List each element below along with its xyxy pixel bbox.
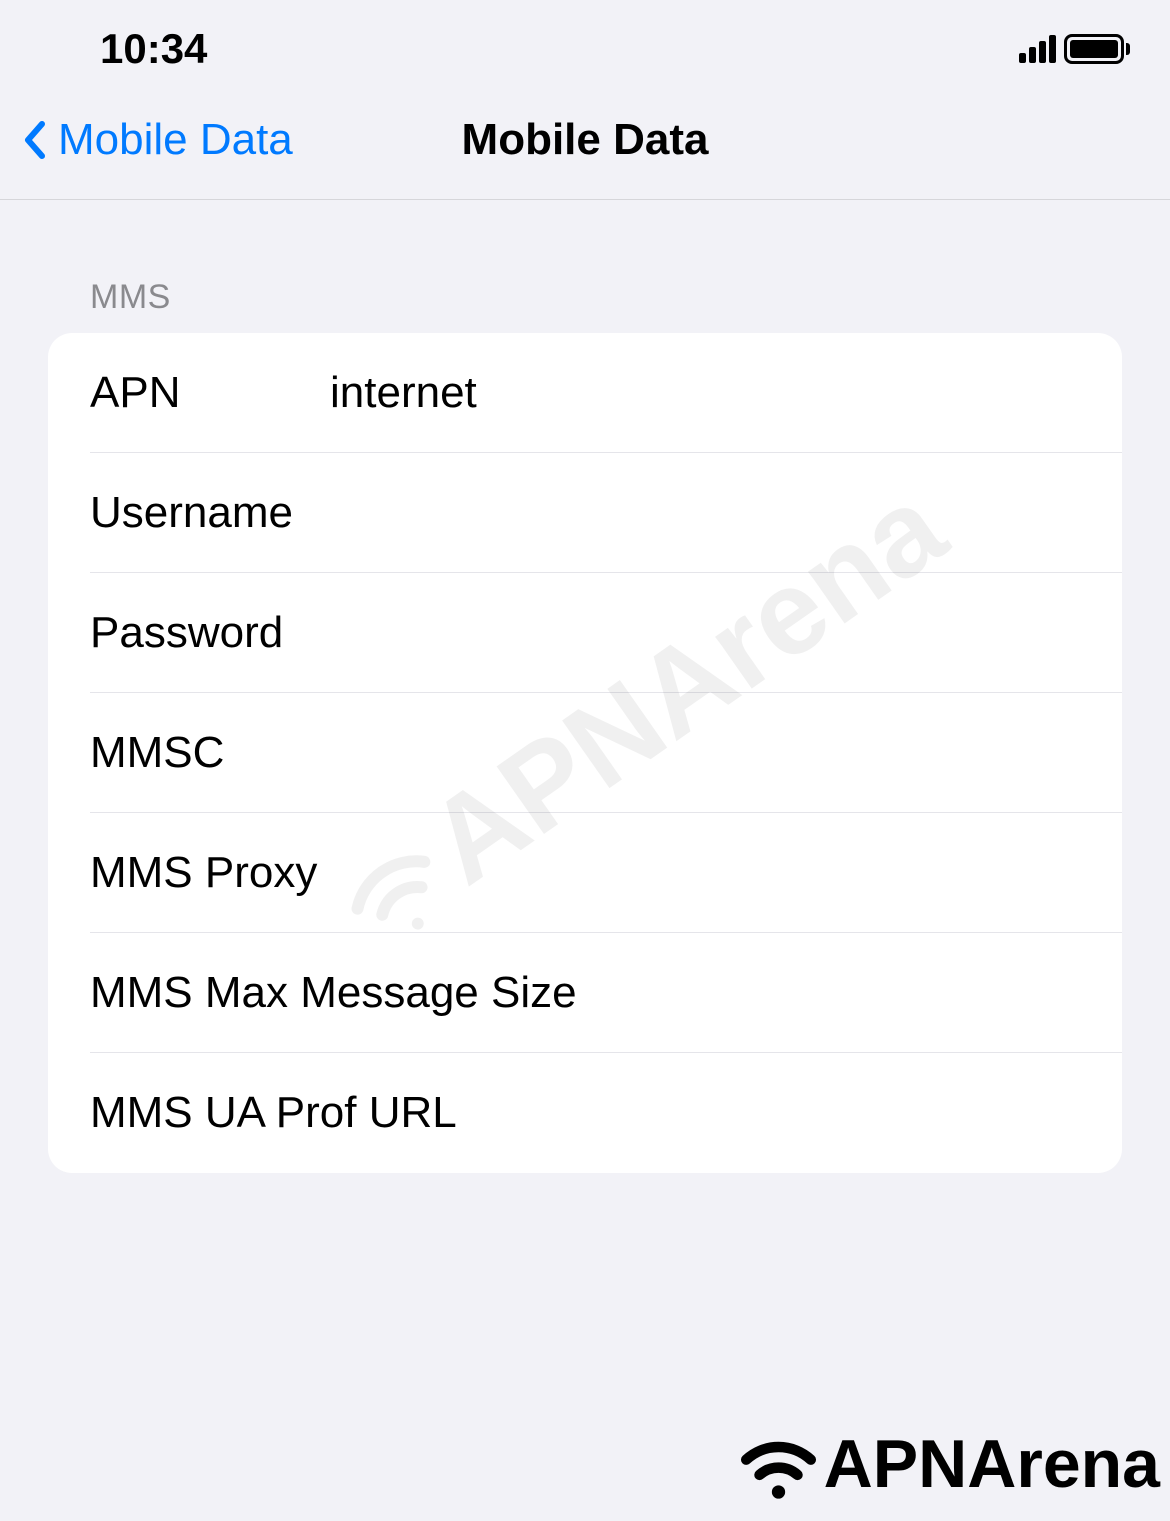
username-label: Username (90, 488, 330, 538)
apn-label: APN (90, 368, 330, 418)
footer-logo-text: APNArena (824, 1425, 1160, 1503)
section-header-mms: MMS (48, 200, 1122, 333)
battery-icon (1064, 34, 1130, 64)
mms-ua-prof-label: MMS UA Prof URL (90, 1088, 457, 1138)
content-area: MMS APN Username Password MMSC MMS Proxy (0, 200, 1170, 1173)
back-button[interactable]: Mobile Data (22, 115, 293, 165)
cellular-signal-icon (1019, 35, 1056, 63)
footer-logo: APNArena (731, 1416, 1160, 1511)
status-indicators (1019, 34, 1130, 64)
status-time: 10:34 (100, 25, 207, 73)
navigation-bar: Mobile Data Mobile Data (0, 90, 1170, 200)
mms-ua-prof-row[interactable]: MMS UA Prof URL (48, 1053, 1122, 1173)
mmsc-label: MMSC (90, 728, 330, 778)
wifi-icon (731, 1416, 826, 1511)
mmsc-input[interactable] (330, 728, 1080, 778)
mms-ua-prof-input[interactable] (457, 1088, 1080, 1138)
status-bar: 10:34 (0, 0, 1170, 90)
username-row[interactable]: Username (48, 453, 1122, 573)
password-label: Password (90, 608, 330, 658)
password-input[interactable] (330, 608, 1080, 658)
mms-max-size-input[interactable] (577, 968, 1122, 1018)
mms-max-size-row[interactable]: MMS Max Message Size (48, 933, 1122, 1053)
back-label: Mobile Data (58, 115, 293, 165)
mms-proxy-input[interactable] (330, 848, 1080, 898)
password-row[interactable]: Password (48, 573, 1122, 693)
apn-input[interactable] (330, 368, 1080, 418)
page-title: Mobile Data (462, 115, 709, 165)
apn-row[interactable]: APN (48, 333, 1122, 453)
mms-proxy-row[interactable]: MMS Proxy (48, 813, 1122, 933)
mms-proxy-label: MMS Proxy (90, 848, 330, 898)
mms-max-size-label: MMS Max Message Size (90, 968, 577, 1018)
chevron-left-icon (22, 120, 46, 160)
username-input[interactable] (330, 488, 1080, 538)
mmsc-row[interactable]: MMSC (48, 693, 1122, 813)
mms-settings-group: APN Username Password MMSC MMS Proxy MMS… (48, 333, 1122, 1173)
